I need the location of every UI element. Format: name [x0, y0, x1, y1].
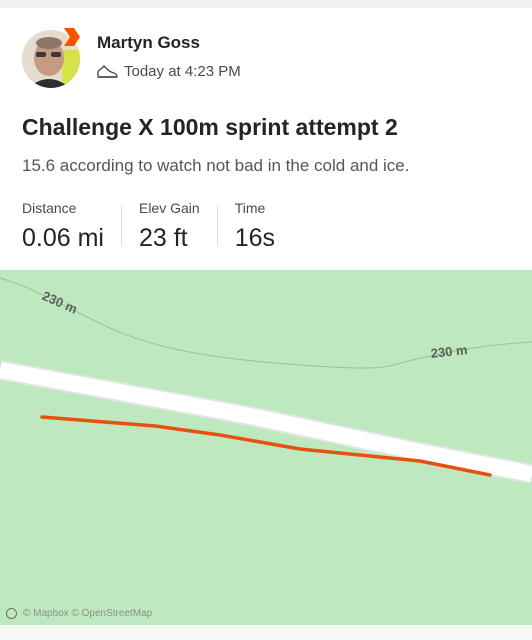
stat-value: 23 ft: [138, 224, 188, 252]
activity-description: 15.6 according to watch not bad in the c…: [22, 156, 410, 175]
activity-card[interactable]: Martyn Goss Today at 4:23 PM Challenge X…: [0, 8, 532, 270]
map-canvas: [0, 277, 532, 484]
stat-value: 16s: [234, 224, 275, 252]
activity-title[interactable]: Challenge X 100m sprint attempt 2: [22, 114, 398, 141]
stat-value: 0.06 mi: [22, 224, 104, 252]
stat-label: Time: [234, 200, 266, 216]
stat-label: Distance: [22, 200, 77, 216]
activity-meta: Today at 4:23 PM: [96, 63, 241, 80]
activity-timestamp: Today at 4:23 PM: [124, 63, 241, 80]
feed-divider: [0, 625, 532, 640]
subscriber-badge-icon: [64, 28, 80, 46]
stat-elev-gain: Elev Gain 23 ft: [139, 198, 218, 254]
stat-time: Time 16s: [235, 198, 293, 254]
mapbox-logo-icon[interactable]: [6, 608, 17, 619]
map-attribution[interactable]: © Mapbox © OpenStreetMap: [6, 608, 152, 619]
top-bar: [0, 0, 532, 8]
stat-label: Elev Gain: [138, 200, 200, 216]
stat-distance: Distance 0.06 mi: [22, 198, 122, 254]
road: [0, 362, 532, 482]
athlete-name[interactable]: Martyn Goss: [97, 33, 200, 53]
route-map[interactable]: 230 m 230 m © Mapbox © OpenStreetMap: [0, 270, 532, 625]
activity-stats: Distance 0.06 mi Elev Gain 23 ft Time 16…: [22, 198, 310, 254]
shoe-icon: [97, 64, 118, 78]
attribution-text[interactable]: © Mapbox © OpenStreetMap: [23, 608, 152, 619]
